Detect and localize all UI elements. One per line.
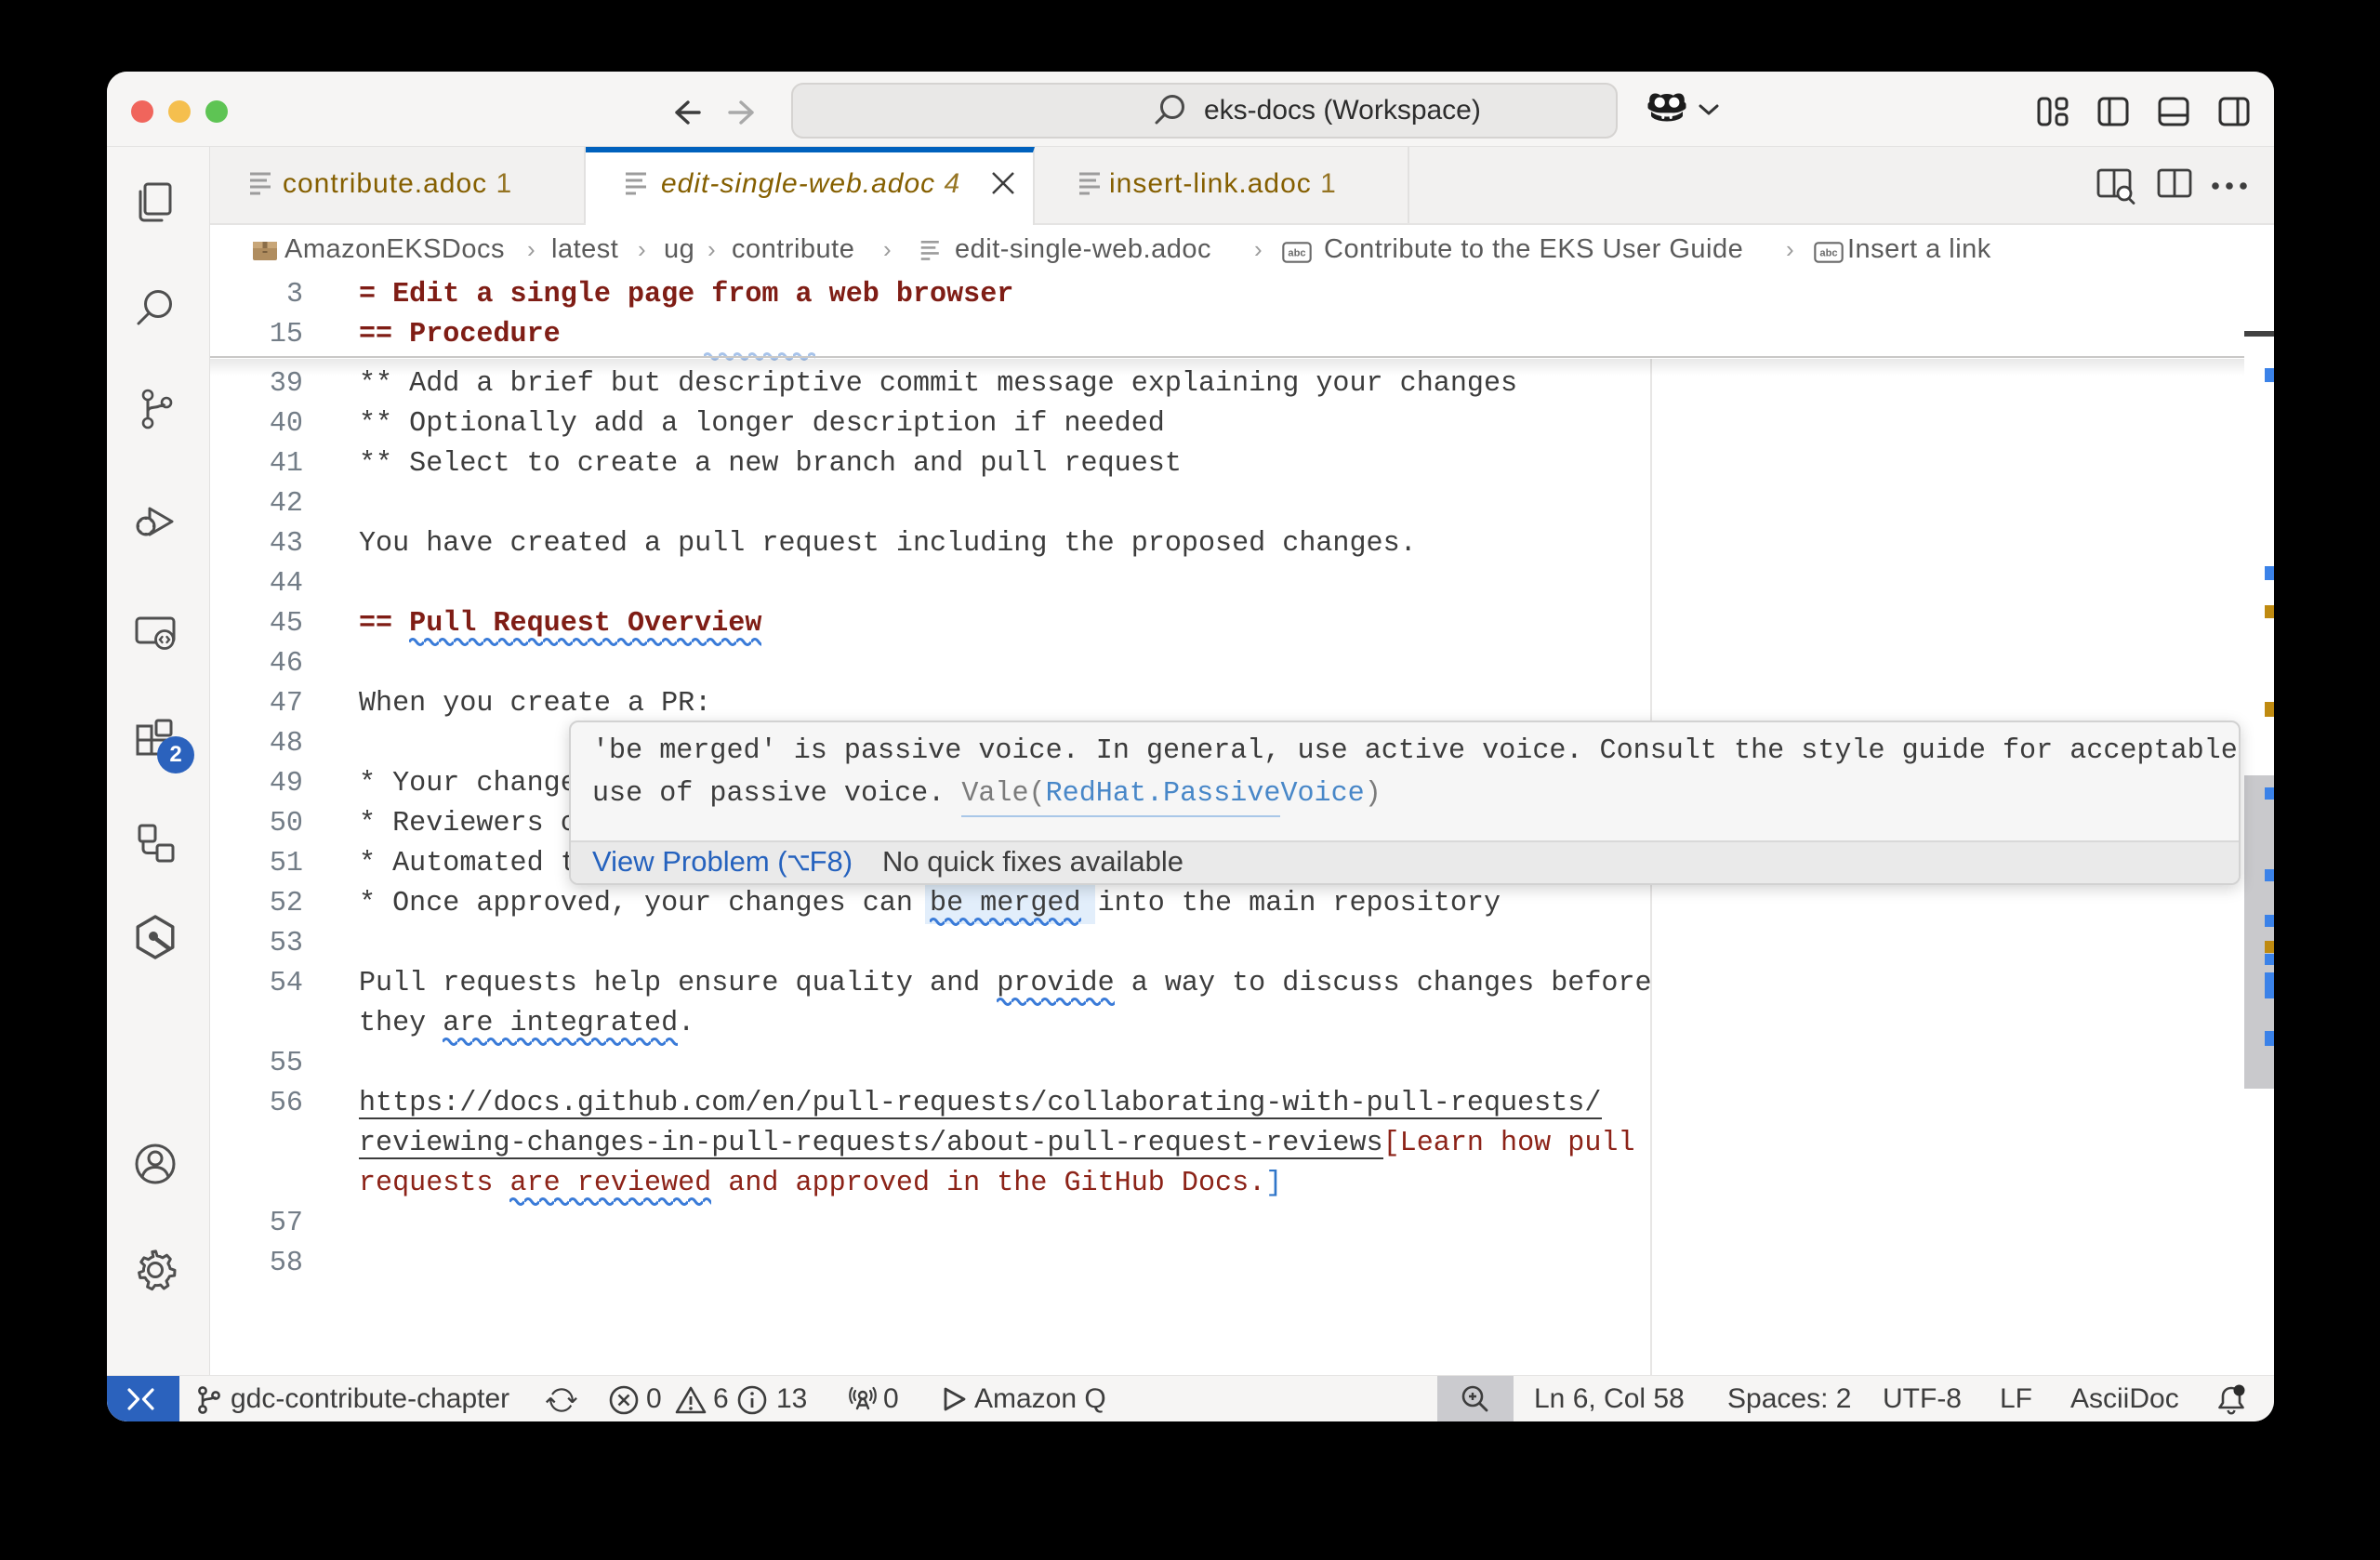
svg-text:abc: abc [1819, 248, 1837, 259]
svg-text:abc: abc [1288, 248, 1305, 259]
